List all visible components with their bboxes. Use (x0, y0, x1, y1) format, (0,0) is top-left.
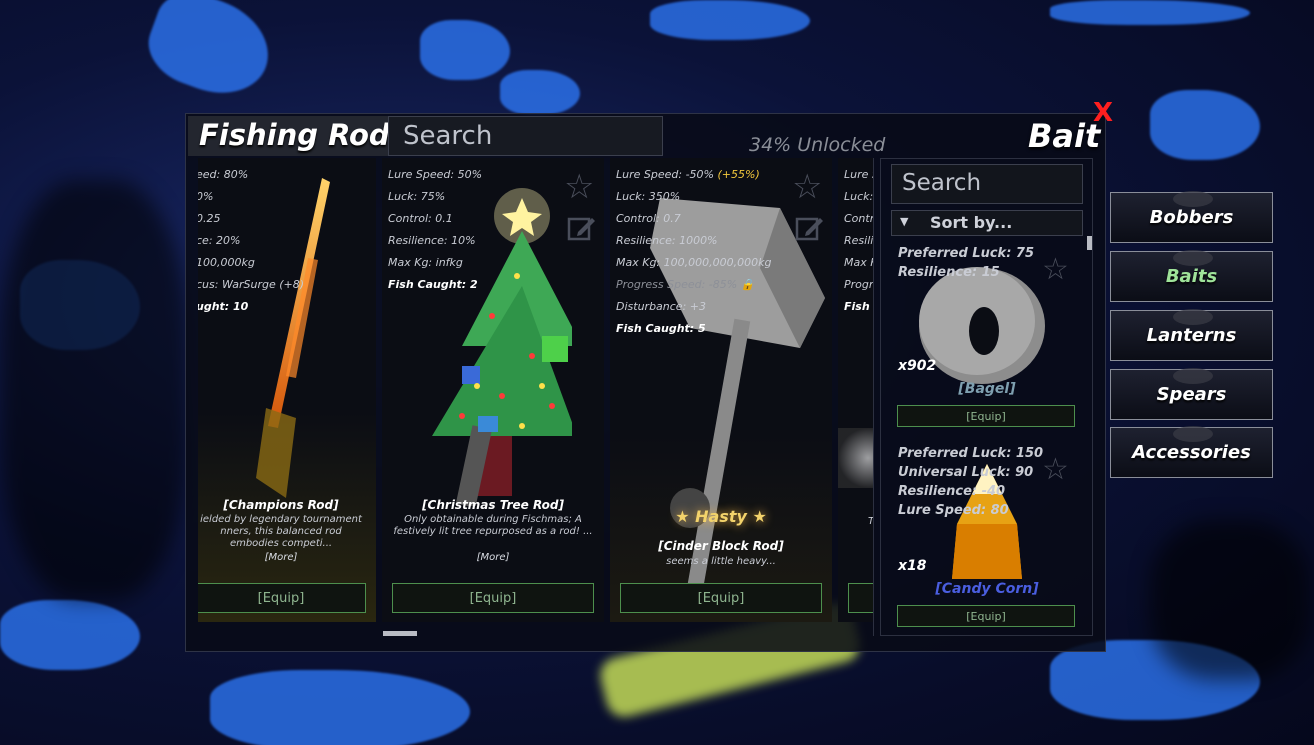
edit-icon[interactable] (794, 214, 824, 244)
rods-title: Fishing Rods (199, 118, 407, 152)
category-spears-button[interactable]: Spears (1110, 368, 1273, 420)
rod-card: Lure Speed: -50% (+55%) Luck: 350% Contro… (610, 158, 832, 622)
bait-count: x18 (898, 558, 927, 574)
rod-description: seems a little heavy... (666, 556, 776, 567)
equip-button[interactable]: [Equip] (897, 605, 1075, 627)
sort-dropdown[interactable]: ▼ Sort by... (891, 210, 1083, 236)
bait-item: Preferred Luck: 150 Universal Luck: 90 Re… (892, 444, 1082, 630)
rod-card: eed: 80%0% 0.25ce: 20% 100,000kgcus: War… (198, 158, 376, 622)
bait-count: x902 (898, 358, 937, 374)
rod-image (838, 428, 873, 488)
favorite-star-icon[interactable]: ☆ (1042, 452, 1069, 487)
rod-name: [Champions Rod] (223, 498, 339, 512)
category-lanterns-button[interactable]: Lanterns (1110, 309, 1273, 361)
rod-description: Only obtainable during Fischmas; A festi… (393, 514, 593, 537)
lock-icon: 🔒 (740, 278, 755, 291)
bait-item: Preferred Luck: 75 Resilience: 15 ☆ x902 … (892, 244, 1082, 430)
bait-name: [Bagel] (958, 381, 1016, 397)
equip-button[interactable]: [Equip] (392, 583, 594, 613)
rods-search-input[interactable]: Search (388, 116, 663, 156)
favorite-star-icon[interactable]: ☆ (1042, 252, 1069, 287)
equip-button[interactable] (848, 583, 873, 613)
more-link[interactable]: [More] (198, 552, 376, 563)
rod-name: [Christmas Tree Rod] (422, 498, 564, 512)
enchant-label: ★ Hasty ★ (675, 507, 767, 526)
more-link[interactable]: [More] (382, 552, 604, 563)
rod-description: T (868, 516, 874, 527)
bait-search-input[interactable]: Search (891, 164, 1083, 204)
bait-name: [Candy Corn] (935, 581, 1039, 597)
rods-scrollbar[interactable] (383, 631, 417, 636)
bait-scrollbar[interactable] (1087, 236, 1092, 250)
bait-title: Bait (1028, 117, 1101, 155)
unlocked-percent: 34% Unlocked (749, 134, 886, 156)
rod-name: [Cinder Block Rod] (658, 539, 784, 553)
rod-card: Lure SLuck: ContrResili Max KProgr Fish … (838, 158, 874, 622)
rod-description: ielded by legendary tournament nners, th… (200, 514, 362, 549)
equip-button[interactable]: [Equip] (897, 405, 1075, 427)
equip-button[interactable]: [Equip] (198, 583, 366, 613)
favorite-star-icon[interactable]: ☆ (792, 170, 826, 204)
dropdown-arrow-icon: ▼ (900, 215, 909, 228)
edit-icon[interactable] (566, 214, 596, 244)
rods-list[interactable]: eed: 80%0% 0.25ce: 20% 100,000kgcus: War… (198, 158, 874, 636)
category-baits-button[interactable]: Baits (1110, 250, 1273, 302)
rod-card: Lure Speed: 50% Luck: 75% Control: 0.1 Res… (382, 158, 604, 622)
equip-button[interactable]: [Equip] (620, 583, 822, 613)
favorite-star-icon[interactable]: ☆ (564, 170, 598, 204)
category-accessories-button[interactable]: Accessories (1110, 426, 1273, 478)
category-bobbers-button[interactable]: Bobbers (1110, 191, 1273, 243)
close-button[interactable]: X (1093, 98, 1113, 128)
